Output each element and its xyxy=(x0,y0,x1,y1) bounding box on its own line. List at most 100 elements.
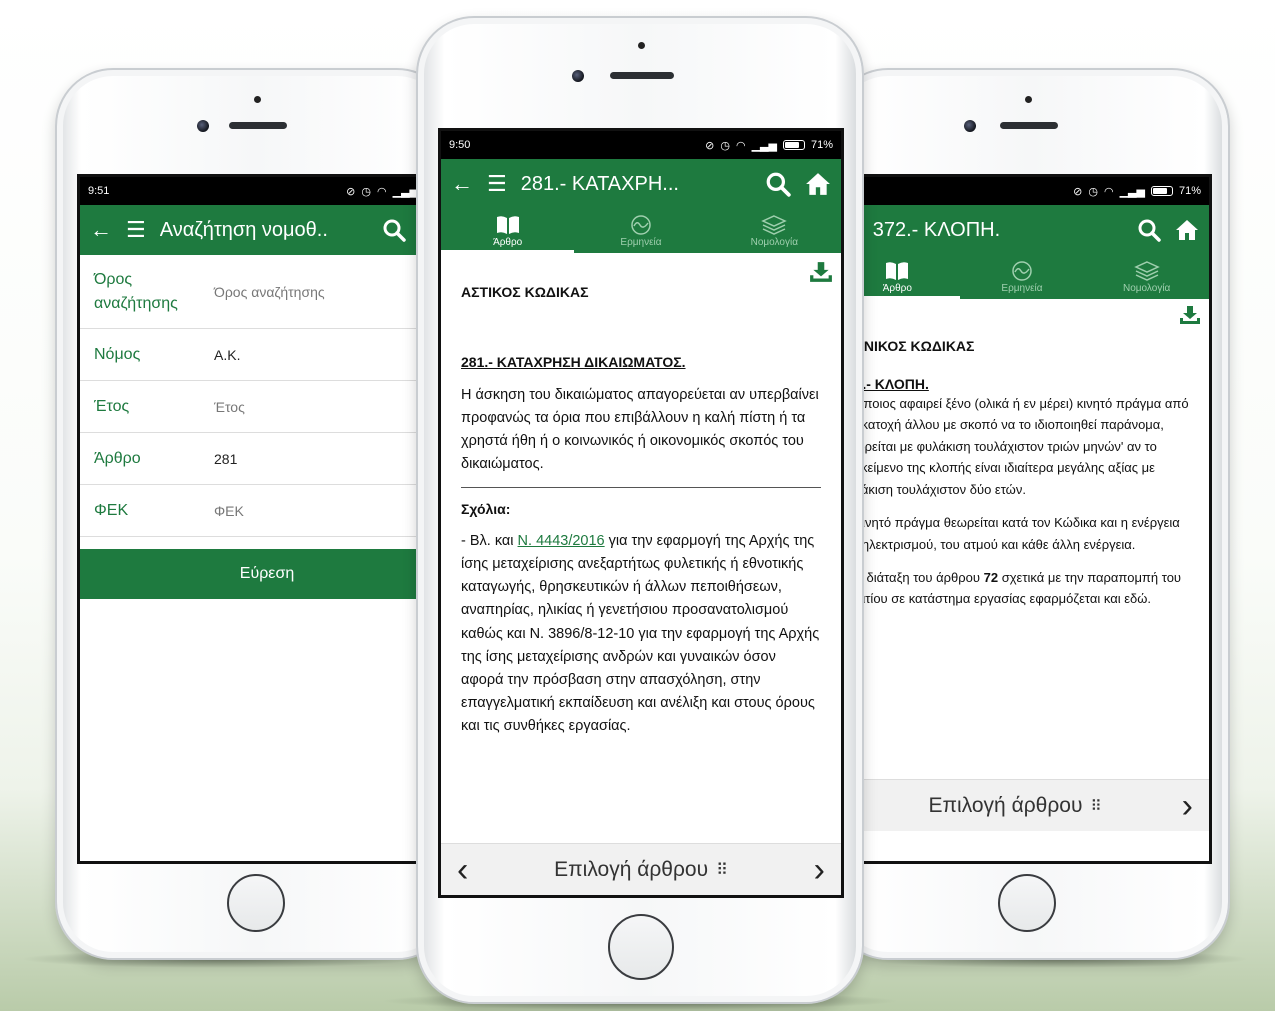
home-icon[interactable] xyxy=(1175,218,1199,242)
left-phone: 9:51 ⊘ ◷ ◠ ▁▃▅ ← ☰ Αναζήτηση νομοθ.. Όρο… xyxy=(55,68,455,960)
law-link[interactable]: Ν. 4443/2016 xyxy=(518,533,605,549)
field-input-law[interactable]: Α.Κ. xyxy=(214,347,240,363)
paragraph-3-text-a: Η διάταξη του άρθρου xyxy=(849,569,984,585)
form-row-term[interactable]: Όρος αναζήτησης Όρος αναζήτησης xyxy=(80,255,453,329)
search-icon[interactable] xyxy=(1137,218,1161,242)
search-icon[interactable] xyxy=(765,171,791,197)
form-row-year[interactable]: Έτος Έτος xyxy=(80,381,453,433)
mute-icon: ⊘ xyxy=(1073,185,1083,198)
mute-icon: ⊘ xyxy=(346,185,356,198)
signal-icon: ▁▃▅ xyxy=(751,139,777,152)
paragraph-2-text: Κινητό πράγμα θεωρείται κατά τον Κώδικα … xyxy=(839,515,1180,552)
field-input-year[interactable]: Έτος xyxy=(214,399,245,415)
center-screen: 9:50 ⊘ ◷ ◠ ▁▃▅ 71% ← ☰ 281.- ΚΑΤΑΧΡΗ... … xyxy=(438,128,844,898)
right-bottom-bar: ‹ Επιλογή άρθρου ⠿ › xyxy=(835,779,1209,831)
signal-icon: ▁▃▅ xyxy=(392,185,418,198)
menu-icon[interactable]: ☰ xyxy=(487,173,507,195)
field-input-article[interactable]: 281 xyxy=(214,451,237,467)
search-icon[interactable] xyxy=(382,218,406,242)
select-article-label: Επιλογή άρθρου xyxy=(554,857,709,881)
signal-icon: ▁▃▅ xyxy=(1119,185,1145,198)
layers-icon xyxy=(1133,261,1160,281)
alarm-icon: ◷ xyxy=(1088,185,1098,198)
tab-case-law[interactable]: Νομολογία xyxy=(708,209,841,253)
field-label-year: Έτος xyxy=(94,397,130,415)
right-phone-camera xyxy=(964,120,976,132)
paragraph-3-article-ref: 72 xyxy=(983,569,999,585)
paragraph-3: 3. Η διάταξη του άρθρου 72 σχετικά με τη… xyxy=(839,567,1201,610)
form-row-article[interactable]: Άρθρο 281 xyxy=(80,433,453,485)
left-appbar: ← ☰ Αναζήτηση νομοθ.. xyxy=(80,205,453,255)
select-article-label: Επιλογή άρθρου xyxy=(928,793,1083,817)
center-phone-home-button[interactable] xyxy=(608,914,674,980)
right-tabs: Άρθρο Ερμηνεία Νομολογία xyxy=(835,255,1209,299)
grid-icon: ⠿ xyxy=(1090,797,1102,815)
left-phone-sensor xyxy=(254,96,261,103)
right-phone: 1 ⊘ ◷ ◠ ▁▃▅ 71% ☰ 372.- ΚΛΟΠΗ. Άρθρο xyxy=(830,68,1230,960)
tab-label: Ερμηνεία xyxy=(1001,283,1043,294)
battery-percent: 71% xyxy=(810,139,833,151)
find-button[interactable]: Εύρεση xyxy=(80,549,453,599)
battery-icon xyxy=(1150,186,1173,196)
alarm-icon: ◷ xyxy=(720,139,730,152)
back-arrow-icon[interactable]: ← xyxy=(90,219,112,241)
field-input-fek[interactable]: ΦΕΚ xyxy=(214,503,244,519)
right-phone-sensor xyxy=(1025,96,1032,103)
notes-prefix: - Βλ. και xyxy=(461,532,518,549)
center-phone: 9:50 ⊘ ◷ ◠ ▁▃▅ 71% ← ☰ 281.- ΚΑΤΑΧΡΗ... … xyxy=(416,16,864,1004)
center-tabs: Άρθρο Ερμηνεία Νομολογία xyxy=(441,209,841,253)
code-title: ΠΟΙΝΙΚΟΣ ΚΩΔΙΚΑΣ xyxy=(839,338,975,354)
status-icons: ⊘ ◷ ◠ ▁▃▅ 71% xyxy=(705,139,833,152)
battery-icon xyxy=(782,140,805,150)
article-body: Η άσκηση του δικαιώματος απαγορεύεται αν… xyxy=(461,386,819,473)
center-phone-speaker xyxy=(610,72,674,79)
select-article-button[interactable]: Επιλογή άρθρου ⠿ xyxy=(554,858,728,882)
layers-icon xyxy=(761,215,788,235)
appbar-title: 281.- ΚΑΤΑΧΡΗ... xyxy=(520,172,679,195)
center-phone-camera xyxy=(572,70,584,82)
field-label-law: Νόμος xyxy=(94,345,141,363)
next-article-chevron-icon[interactable]: › xyxy=(1182,789,1193,823)
paragraph-2: 2. Κινητό πράγμα θεωρείται κατά τον Κώδι… xyxy=(839,512,1201,555)
book-icon xyxy=(496,216,519,234)
back-arrow-icon[interactable]: ← xyxy=(451,173,473,195)
download-icon[interactable] xyxy=(809,261,833,283)
tab-label: Άρθρο xyxy=(882,283,912,294)
article-content: ΑΣΤΙΚΟΣ ΚΩΔΙΚΑΣ 281.- ΚΑΤΑΧΡΗΣΗ ΔΙΚΑΙΩΜΑ… xyxy=(441,281,841,739)
interpretation-icon xyxy=(1012,261,1032,281)
select-article-button[interactable]: Επιλογή άρθρου ⠿ xyxy=(929,794,1102,818)
next-article-chevron-icon[interactable]: › xyxy=(814,853,825,887)
center-bottom-bar: ‹ Επιλογή άρθρου ⠿ › xyxy=(441,843,841,895)
tab-interpretation[interactable]: Ερμηνεία xyxy=(574,209,707,253)
mute-icon: ⊘ xyxy=(705,139,715,152)
menu-icon[interactable]: ☰ xyxy=(126,219,146,241)
notes-text: - Βλ. και Ν. 4443/2016 για την εφαρμογή … xyxy=(461,530,821,739)
interpretation-icon xyxy=(631,215,651,235)
left-phone-home-button[interactable] xyxy=(227,874,285,932)
field-input-term[interactable]: Όρος αναζήτησης xyxy=(214,284,325,300)
paragraph-1-text: Όποιος αφαιρεί ξένο (ολικά ή εν μέρει) κ… xyxy=(839,395,1189,497)
form-row-fek[interactable]: ΦΕΚ ΦΕΚ xyxy=(80,485,453,537)
download-icon[interactable] xyxy=(1179,305,1201,325)
tab-article[interactable]: Άρθρο xyxy=(441,209,575,253)
form-row-law[interactable]: Νόμος Α.Κ. xyxy=(80,329,453,381)
tab-case-law[interactable]: Νομολογία xyxy=(1084,255,1209,299)
center-statusbar: 9:50 ⊘ ◷ ◠ ▁▃▅ 71% xyxy=(441,131,841,159)
tab-label: Άρθρο xyxy=(493,237,523,248)
status-time: 9:51 xyxy=(88,185,110,197)
right-phone-speaker xyxy=(1000,122,1058,129)
tab-interpretation[interactable]: Ερμηνεία xyxy=(960,255,1085,299)
article-content: ΠΟΙΝΙΚΟΣ ΚΩΔΙΚΑΣ 372.- ΚΛΟΠΗ. 1. Όποιος … xyxy=(835,325,1209,620)
left-screen: 9:51 ⊘ ◷ ◠ ▁▃▅ ← ☰ Αναζήτηση νομοθ.. Όρο… xyxy=(77,174,453,864)
previous-article-chevron-icon[interactable]: ‹ xyxy=(457,853,468,887)
left-statusbar: 9:51 ⊘ ◷ ◠ ▁▃▅ xyxy=(80,177,453,205)
right-phone-home-button[interactable] xyxy=(998,874,1056,932)
home-icon[interactable] xyxy=(805,171,831,197)
center-appbar: ← ☰ 281.- ΚΑΤΑΧΡΗ... xyxy=(441,159,841,209)
article-title: 281.- ΚΑΤΑΧΡΗΣΗ ΔΙΚΑΙΩΜΑΤΟΣ. xyxy=(461,354,686,371)
field-label-term: Όρος αναζήτησης xyxy=(94,270,178,312)
code-title: ΑΣΤΙΚΟΣ ΚΩΔΙΚΑΣ xyxy=(461,284,589,300)
notes-body: για την εφαρμογή της Αρχής της ίσης μετα… xyxy=(461,532,820,735)
field-label-fek: ΦΕΚ xyxy=(94,501,129,519)
divider xyxy=(461,486,821,488)
